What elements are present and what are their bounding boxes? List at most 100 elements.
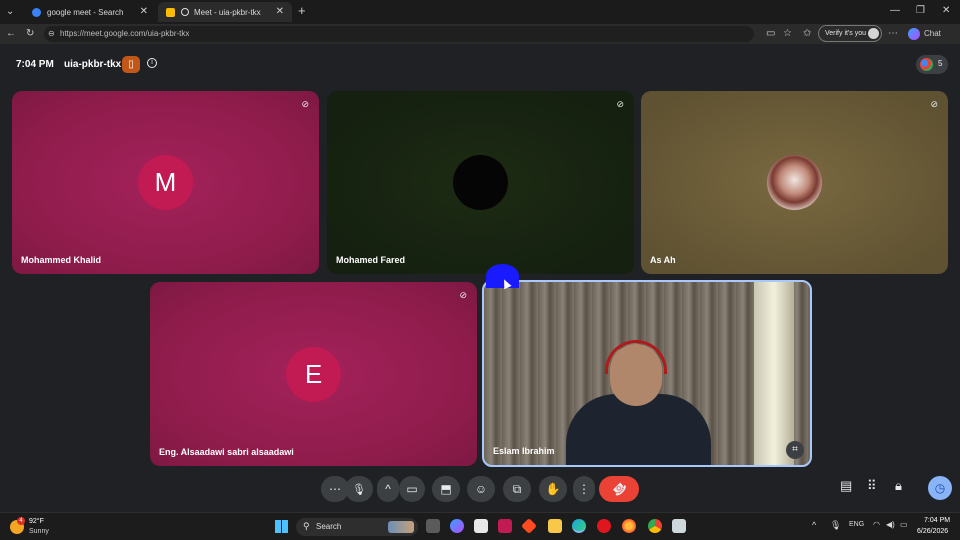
participant-name: Eng. Alsaadawi sabri alsaadawi [159, 447, 294, 457]
hand-icon: ✋ [545, 482, 561, 496]
camera-icon: ▭ [406, 482, 418, 496]
taskbar-search-box[interactable]: ⚲ Search [296, 518, 418, 536]
participant-name: Eslam Ibrahim [493, 446, 555, 456]
recording-indicator-icon [181, 8, 189, 16]
battery-icon[interactable]: ▭ [900, 520, 908, 529]
copilot-icon[interactable] [908, 28, 920, 40]
avatar [453, 155, 508, 210]
volume-icon[interactable]: ◀) [886, 520, 895, 529]
weather-desc: Sunny [29, 528, 49, 535]
show-hidden-icons[interactable]: ^ [812, 520, 816, 530]
captions-icon: ⧉ [512, 481, 522, 496]
meet-favicon-icon [166, 7, 175, 17]
participant-name: Mohammed Khalid [21, 255, 102, 265]
present-screen-button[interactable]: ⬒ [432, 476, 460, 502]
participant-tile[interactable]: ⊘ Mohamed Fared [327, 91, 634, 274]
activities-icon[interactable]: ⠿ [867, 478, 877, 494]
site-info-icon[interactable]: ⊖ [48, 26, 55, 42]
mic-off-icon: ⊘ [459, 290, 467, 300]
notepad-icon[interactable] [474, 519, 488, 533]
emoji-reactions-button[interactable]: ☺ [467, 476, 495, 502]
camera-button[interactable]: ▭ [399, 476, 425, 502]
leave-call-button[interactable]: ☎ [599, 476, 639, 502]
participant-name: Mohamed Fared [336, 255, 406, 265]
microphone-tray-icon[interactable]: 🎙︎ [830, 520, 841, 531]
mic-off-icon: ⊘ [616, 99, 624, 109]
copilot-taskbar-icon[interactable] [450, 519, 464, 533]
address-bar[interactable]: ⊖ https://meet.google.com/uia-pkbr-tkx [44, 26, 754, 42]
firefox-icon[interactable] [622, 519, 636, 533]
raise-hand-button[interactable]: ✋ [539, 476, 567, 502]
windows-start-icon[interactable] [275, 520, 288, 533]
language-indicator[interactable]: ENG [849, 521, 864, 528]
crop-frame-icon[interactable]: ⌗ [786, 441, 804, 459]
verify-label: Verify it's you [825, 30, 867, 37]
present-icon: ⬒ [440, 482, 452, 496]
wifi-icon[interactable]: ◠ [873, 520, 880, 529]
collections-icon[interactable]: ✩ [803, 28, 811, 40]
people-button[interactable]: 5 [916, 55, 948, 74]
participant-name: As Ah [650, 255, 676, 265]
headset-icon [605, 340, 667, 374]
timer-icon[interactable]: ◷ [928, 476, 952, 500]
close-tab-icon[interactable]: ✕ [140, 6, 148, 17]
mic-off-icon: ⊘ [301, 99, 309, 109]
video-background [754, 282, 794, 465]
url-text: https://meet.google.com/uia-pkbr-tkx [60, 29, 190, 38]
participant-tile[interactable]: M ⊘ Mohammed Khalid [12, 91, 319, 274]
task-view-icon[interactable] [426, 519, 440, 533]
tab-meet[interactable]: Meet - uia-pkbr-tkx ✕ [158, 2, 292, 22]
avatar [767, 155, 822, 210]
browser-tab-bar: ⌄ google meet - Search ✕ Meet - uia-pkbr… [0, 0, 960, 24]
microphone-icon: 🎙 [352, 483, 366, 496]
tab-title: google meet - Search [47, 7, 124, 17]
hang-up-icon: ☎ [608, 478, 630, 500]
weather-temp: 92°F [29, 518, 44, 525]
meet-page: 7:04 PM uia-pkbr-tkx ▯ i 5 M ⊘ Mohammed … [0, 44, 960, 512]
tab-title: Meet - uia-pkbr-tkx [194, 7, 261, 17]
search-favicon-icon [32, 7, 41, 17]
host-lock-icon[interactable]: 🔒︎ [895, 478, 902, 494]
tab-list-icon[interactable]: ⌄ [6, 6, 14, 18]
participant-tile[interactable]: ⊘ As Ah [641, 91, 948, 274]
new-tab-button[interactable]: + [298, 4, 306, 17]
camera-options-button[interactable]: ^ [377, 476, 399, 502]
chat-icon[interactable]: ▤ [840, 478, 852, 494]
refresh-icon[interactable]: ↻ [26, 28, 34, 40]
cast-icon[interactable]: ▭ [766, 28, 775, 40]
favorite-star-icon[interactable]: ☆ [783, 28, 792, 40]
clock-time[interactable]: 7:04 PM [924, 517, 950, 524]
microphone-button[interactable]: 🎙 [345, 476, 373, 502]
minimize-button[interactable]: — [890, 5, 900, 17]
more-vertical-icon: ⋮ [578, 482, 590, 496]
copilot-chat-label[interactable]: Chat [924, 28, 941, 40]
maximize-button[interactable]: ❐ [916, 5, 925, 17]
file-explorer-icon[interactable] [548, 519, 562, 533]
host-controls-icon[interactable]: ▯ [122, 56, 140, 73]
close-window-button[interactable]: ✕ [942, 5, 950, 17]
clock-date[interactable]: 6/26/2026 [917, 528, 948, 535]
more-options-button[interactable]: ⋮ [573, 476, 595, 502]
self-video-tile[interactable]: Eslam Ibrahim ⌗ [482, 280, 812, 467]
opera-icon[interactable] [597, 519, 611, 533]
profile-avatar [868, 28, 879, 39]
mic-off-icon: ⊘ [930, 99, 938, 109]
settings-more-icon[interactable]: ⋯ [888, 28, 898, 40]
participant-tile[interactable]: E ⊘ Eng. Alsaadawi sabri alsaadawi [150, 282, 477, 466]
search-label: Search [316, 522, 342, 531]
app-window-icon[interactable] [672, 519, 686, 533]
avatar: M [138, 155, 193, 210]
meeting-time: 7:04 PM [16, 59, 54, 70]
close-tab-icon[interactable]: ✕ [276, 6, 284, 17]
captions-button[interactable]: ⧉ [503, 476, 531, 502]
participants-avatar-icon [920, 58, 933, 71]
edge-icon[interactable] [572, 519, 586, 533]
back-icon[interactable]: ← [6, 28, 16, 40]
meeting-info-icon[interactable]: i [147, 58, 157, 68]
chrome-icon[interactable] [648, 519, 662, 533]
app-icon[interactable] [498, 519, 512, 533]
verify-identity-button[interactable]: Verify it's you [818, 25, 882, 42]
search-highlight-icon [388, 521, 414, 533]
meeting-code: uia-pkbr-tkx [64, 59, 122, 70]
tab-google-search[interactable]: google meet - Search ✕ [24, 2, 156, 22]
